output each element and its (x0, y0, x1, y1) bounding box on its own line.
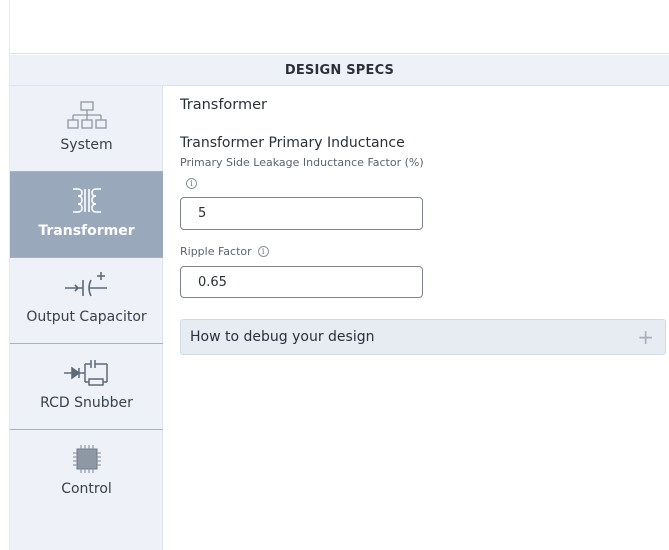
plus-icon[interactable]: + (637, 327, 654, 347)
rcd-snubber-icon (63, 358, 111, 388)
design-specs-title: DESIGN SPECS (284, 62, 395, 78)
ripple-factor-input[interactable]: 0.65 (180, 266, 423, 298)
ripple-factor-row: Ripple Factor i (180, 245, 269, 258)
primary-inductance-title: Transformer Primary Inductance (180, 135, 405, 151)
sidebar-item-label: Control (61, 481, 112, 497)
sidebar: System Transformer Output Capacitor RCD … (10, 86, 163, 550)
sidebar-item-label: Output Capacitor (26, 309, 147, 325)
ripple-factor-label: Ripple Factor (180, 245, 252, 258)
accordion-label: How to debug your design (190, 329, 375, 345)
sidebar-item-label: Transformer (38, 223, 135, 239)
leakage-factor-label: Primary Side Leakage Inductance Factor (… (180, 156, 424, 169)
sidebar-item-output-capacitor[interactable]: Output Capacitor (10, 258, 163, 344)
leakage-factor-input[interactable]: 5 (180, 197, 423, 230)
sidebar-item-transformer[interactable]: Transformer (10, 172, 163, 258)
info-icon[interactable]: i (257, 246, 269, 257)
sidebar-item-control[interactable]: Control (10, 430, 163, 516)
info-icon[interactable]: i (186, 178, 197, 189)
capacitor-icon (63, 272, 111, 302)
hierarchy-icon (66, 100, 107, 130)
sidebar-item-system[interactable]: System (10, 86, 163, 172)
design-specs-header: DESIGN SPECS (10, 55, 669, 86)
debug-accordion[interactable]: How to debug your design + (180, 319, 666, 355)
sidebar-item-label: System (60, 137, 113, 153)
sidebar-item-rcd-snubber[interactable]: RCD Snubber (10, 344, 163, 430)
top-blank-area (10, 0, 669, 54)
section-title: Transformer (180, 97, 268, 113)
sidebar-item-label: RCD Snubber (40, 395, 133, 411)
transformer-icon (70, 186, 104, 216)
chip-icon (72, 444, 102, 474)
